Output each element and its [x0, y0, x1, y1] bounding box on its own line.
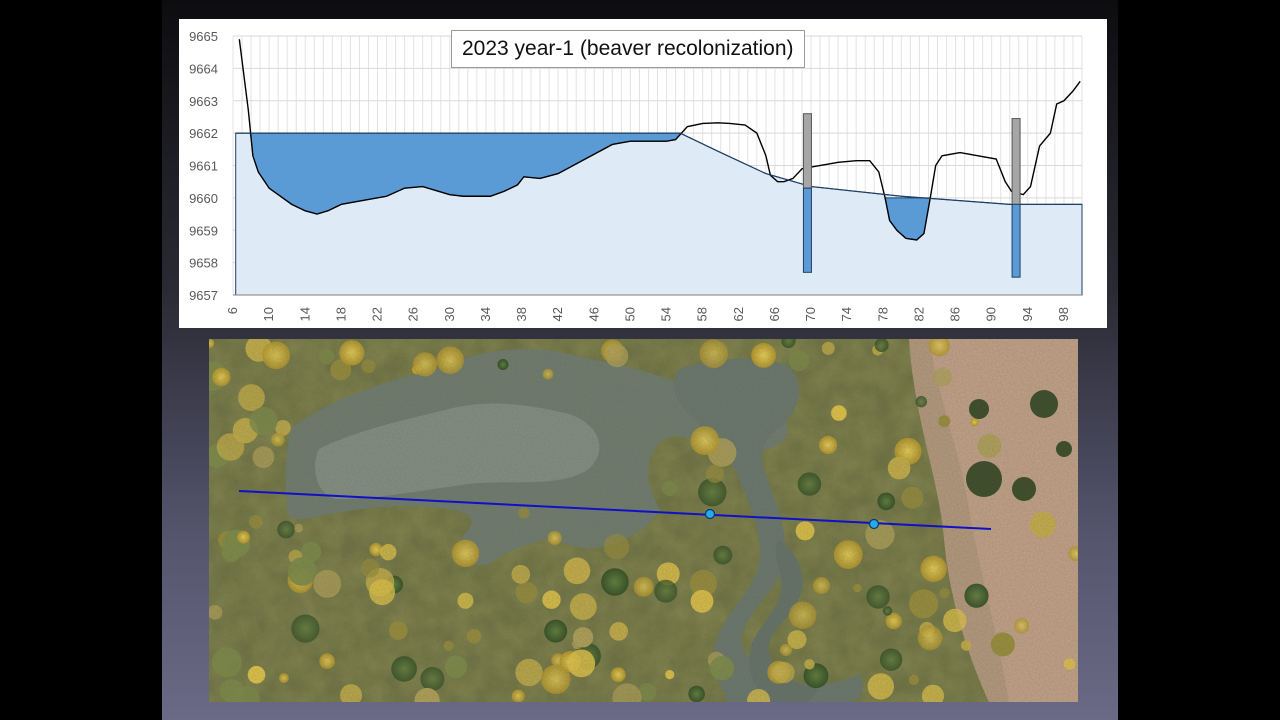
y-tick-label: 9665 — [189, 29, 218, 44]
piezometer-1-casing — [802, 113, 812, 189]
piezometer-marker-1 — [704, 508, 716, 520]
y-tick-label: 9658 — [189, 256, 218, 271]
x-tick-label: 66 — [767, 307, 782, 321]
x-tick-label: 30 — [442, 307, 457, 321]
piezometer-2-water — [1011, 203, 1021, 278]
x-tick-label: 6 — [225, 307, 240, 314]
x-tick-label: 62 — [731, 307, 746, 321]
x-tick-label: 74 — [839, 307, 854, 321]
x-tick-label: 50 — [622, 307, 637, 321]
x-tick-label: 94 — [1020, 307, 1035, 321]
aerial-photo — [209, 339, 1078, 702]
y-tick-label: 9660 — [189, 191, 218, 206]
x-tick-label: 46 — [586, 307, 601, 321]
chart-title: 2023 year-1 (beaver recolonization) — [451, 30, 805, 68]
y-tick-label: 9661 — [189, 159, 218, 174]
chart-panel: 9657 9658 9659 9660 9661 9662 9663 9664 9665 6 10 1… — [179, 19, 1107, 328]
x-tick-label: 18 — [333, 307, 348, 321]
piezometer-marker-2 — [868, 518, 880, 530]
x-tick-label: 34 — [478, 307, 493, 321]
x-tick-label: 54 — [659, 307, 674, 321]
x-tick-label: 78 — [875, 307, 890, 321]
x-tick-label: 90 — [984, 307, 999, 321]
aerial-photo-drawing — [209, 339, 1078, 702]
y-tick-label: 9657 — [189, 288, 218, 303]
x-tick-label: 14 — [297, 307, 312, 321]
x-tick-label: 38 — [514, 307, 529, 321]
y-tick-label: 9663 — [189, 94, 218, 109]
piezometer-1-water — [802, 187, 812, 273]
y-tick-label: 9664 — [189, 61, 218, 76]
y-tick-label: 9662 — [189, 126, 218, 141]
x-tick-label: 22 — [370, 307, 385, 321]
x-tick-label: 58 — [695, 307, 710, 321]
y-tick-label: 9659 — [189, 223, 218, 238]
x-tick-label: 82 — [911, 307, 926, 321]
x-tick-label: 10 — [261, 307, 276, 321]
photo-grain — [209, 339, 1078, 702]
x-tick-label: 42 — [550, 307, 565, 321]
x-tick-label: 26 — [406, 307, 421, 321]
piezometer-2-casing — [1011, 118, 1021, 205]
x-tick-label: 86 — [948, 307, 963, 321]
x-tick-label: 98 — [1056, 307, 1071, 321]
x-tick-label: 70 — [803, 307, 818, 321]
